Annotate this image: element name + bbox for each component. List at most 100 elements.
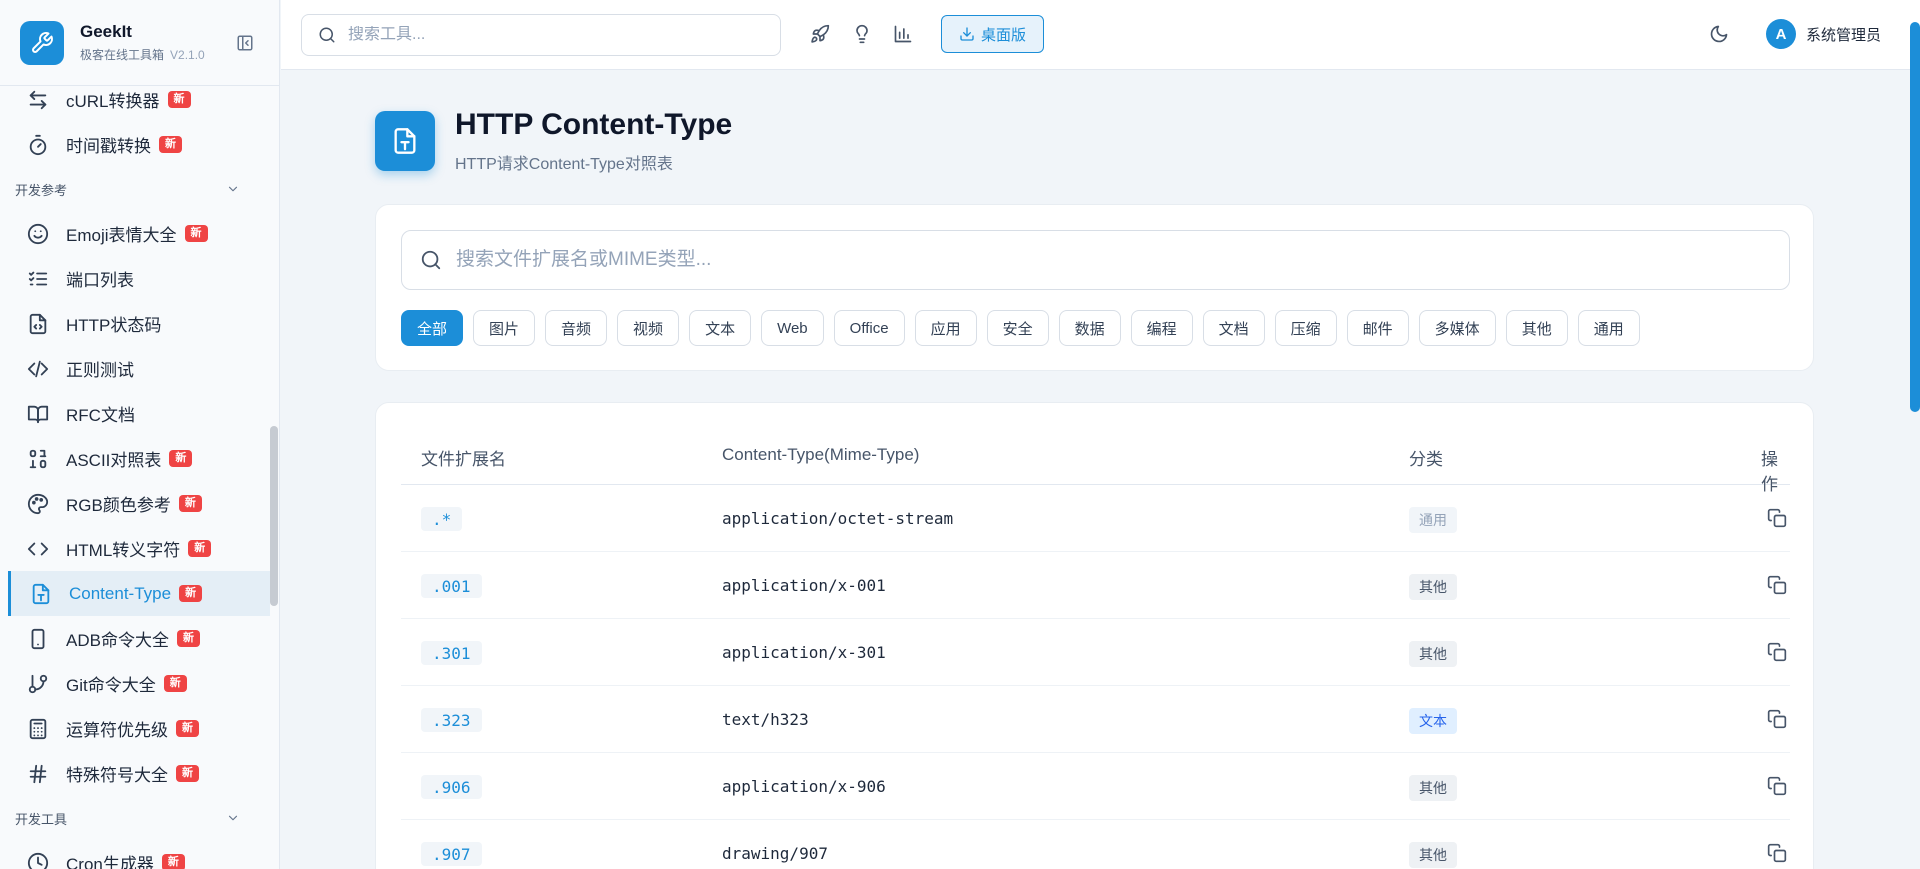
file-extension: .* (421, 507, 463, 531)
sidebar-group-dev-ref[interactable]: 开发参考 (0, 167, 270, 211)
sidebar-item-rfc[interactable]: RFC文档 (0, 391, 270, 436)
file-extension: .907 (421, 842, 482, 866)
sidebar-item-git[interactable]: Git命令大全新 (0, 661, 270, 706)
mime-type: text/h323 (722, 710, 809, 729)
category-chip[interactable]: 视频 (617, 310, 680, 346)
category-chip[interactable]: Web (761, 310, 824, 346)
category-chip[interactable]: 数据 (1058, 310, 1121, 346)
search-icon (421, 250, 441, 270)
category-chip[interactable]: 全部 (401, 310, 464, 346)
sidebar-item-timestamp[interactable]: 时间戳转换新 (0, 122, 270, 167)
sidebar-item-label: Git命令大全 (66, 676, 156, 695)
sidebar-item-label: 特殊符号大全 (66, 766, 168, 785)
category-tag: 其他 (1409, 842, 1457, 868)
table-row: .301 application/x-301 其他 (401, 619, 1790, 686)
file-extension: .001 (421, 574, 482, 598)
sidebar-item-symbols[interactable]: 特殊符号大全新 (0, 751, 270, 796)
category-chip[interactable]: 应用 (914, 310, 977, 346)
palette-icon (26, 492, 50, 516)
new-badge: 新 (176, 765, 199, 782)
category-chip[interactable]: 文本 (689, 310, 752, 346)
sidebar-item-html-escape[interactable]: HTML转义字符新 (0, 526, 270, 571)
category-chip[interactable]: Office (833, 310, 905, 346)
download-icon (960, 27, 974, 41)
chevron-down-icon (228, 815, 238, 821)
page-title-block: HTTP Content-Type HTTP请求Content-Type对照表 (375, 108, 732, 174)
category-chip[interactable]: 编程 (1130, 310, 1193, 346)
timer-icon (26, 133, 50, 157)
app-name: GeekIt (80, 22, 132, 41)
new-badge: 新 (178, 495, 202, 512)
copy-icon[interactable] (1766, 641, 1788, 663)
table-row: .* application/octet-stream 通用 (401, 485, 1790, 552)
copy-icon[interactable] (1766, 574, 1788, 596)
category-chip[interactable]: 多媒体 (1418, 310, 1496, 346)
mime-search-input[interactable] (456, 249, 1756, 271)
sidebar-collapse-icon[interactable] (235, 33, 255, 53)
group-label: 开发工具 (15, 811, 68, 827)
column-header-mime[interactable]: Content-Type(Mime-Type) (722, 445, 919, 465)
moon-icon[interactable] (1708, 23, 1730, 45)
new-badge: 新 (161, 854, 185, 869)
copy-icon[interactable] (1766, 507, 1788, 529)
tool-search-input[interactable] (348, 26, 748, 44)
category-chip[interactable]: 图片 (473, 310, 536, 346)
sidebar-item-rgb[interactable]: RGB颜色参考新 (0, 481, 270, 526)
wrench-logo-icon[interactable] (20, 20, 64, 65)
file-type-icon (375, 111, 435, 171)
category-chip[interactable]: 其他 (1505, 310, 1568, 346)
desktop-version-button[interactable]: 桌面版 (941, 15, 1044, 53)
category-filter-chips: 全部 图片 音频 视频 文本 Web Office 应用 安全 数据 编程 文档 压缩 邮件 多媒体 其他 通用 (401, 310, 1640, 346)
content-type-table: 文件扩展名 Content-Type(Mime-Type) 分类 操作 .* ap… (375, 402, 1814, 869)
sidebar-nav: cURL转换器新 时间戳转换新 开发参考 Emoji表情大全新 端口列表 HTT… (0, 77, 270, 869)
bar-chart-icon[interactable] (892, 23, 914, 45)
sidebar-item-adb[interactable]: ADB命令大全新 (0, 616, 270, 661)
category-chip[interactable]: 音频 (545, 310, 608, 346)
sidebar-item-label: RGB颜色参考 (66, 496, 171, 515)
sidebar-group-dev-tools[interactable]: 开发工具 (0, 796, 270, 840)
calculator-icon (26, 717, 50, 741)
mime-type: application/x-906 (722, 777, 886, 796)
category-chip[interactable]: 安全 (986, 310, 1049, 346)
category-chip[interactable]: 压缩 (1274, 310, 1337, 346)
file-extension: .301 (421, 641, 482, 665)
copy-icon[interactable] (1766, 708, 1788, 730)
file-code-icon (26, 312, 50, 336)
tool-search[interactable] (301, 14, 781, 56)
sidebar-item-label: HTTP状态码 (66, 316, 162, 335)
sidebar-item-ascii[interactable]: ASCII对照表新 (0, 436, 270, 481)
sidebar-item-cron[interactable]: Cron生成器新 (0, 840, 270, 869)
new-badge: 新 (184, 225, 208, 242)
sidebar-item-emoji[interactable]: Emoji表情大全新 (0, 211, 270, 256)
category-chip[interactable]: 通用 (1577, 310, 1640, 346)
category-tag: 其他 (1409, 775, 1457, 801)
table-header: 文件扩展名 Content-Type(Mime-Type) 分类 操作 (401, 403, 1790, 494)
lightbulb-icon[interactable] (851, 23, 873, 45)
list-checks-icon (26, 267, 50, 291)
category-chip[interactable]: 文档 (1202, 310, 1265, 346)
sidebar-item-label: 运算符优先级 (66, 721, 168, 740)
page-title: HTTP Content-Type (455, 108, 733, 141)
page-scrollbar[interactable] (1910, 22, 1920, 412)
sidebar-item-label: RFC文档 (66, 406, 135, 425)
sidebar-item-operators[interactable]: 运算符优先级新 (0, 706, 270, 751)
sidebar-item-regex[interactable]: 正则测试 (0, 346, 270, 391)
chevron-down-icon (228, 186, 238, 192)
column-header-category[interactable]: 分类 (1409, 445, 1443, 470)
sidebar-item-http-status[interactable]: HTTP状态码 (0, 301, 270, 346)
sidebar-item-ports[interactable]: 端口列表 (0, 256, 270, 301)
category-tag: 其他 (1409, 641, 1457, 667)
mime-search[interactable] (401, 230, 1790, 290)
copy-icon[interactable] (1766, 842, 1788, 864)
category-chip[interactable]: 邮件 (1346, 310, 1409, 346)
rocket-icon[interactable] (809, 23, 831, 45)
user-menu[interactable]: A 系统管理员 (1766, 19, 1881, 49)
column-header-ext[interactable]: 文件扩展名 (421, 445, 506, 470)
file-extension: .323 (421, 708, 482, 732)
copy-icon[interactable] (1766, 775, 1788, 797)
brand-header: GeekIt 极客在线工具箱 V2.1.0 (0, 0, 279, 86)
sidebar-item-content-type[interactable]: Content-Type 新 (8, 571, 270, 616)
table-row: .001 application/x-001 其他 (401, 552, 1790, 619)
new-badge: 新 (167, 91, 191, 108)
sidebar-scrollbar[interactable] (270, 426, 278, 606)
